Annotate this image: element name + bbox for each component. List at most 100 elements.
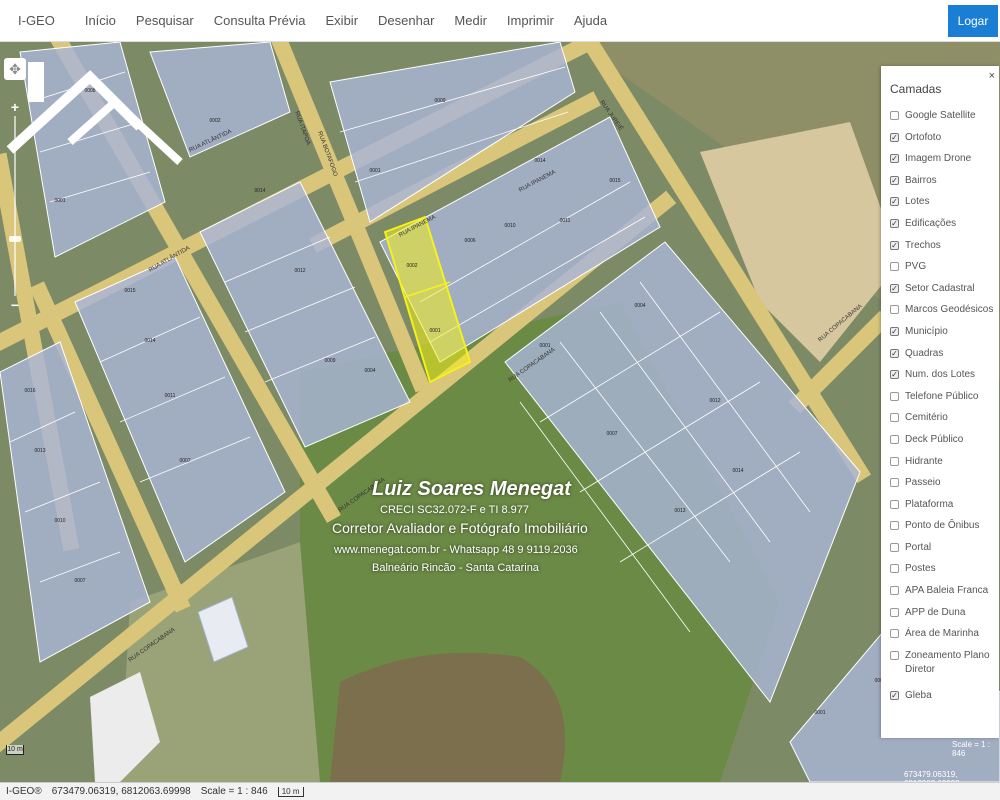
layer-row[interactable]: Área de Marinha bbox=[890, 627, 998, 649]
layer-checkbox[interactable]: ✓ bbox=[890, 154, 899, 164]
lot-label: 0015 bbox=[124, 288, 135, 294]
nav-ajuda[interactable]: Ajuda bbox=[574, 13, 607, 28]
layer-label: Ponto de Ônibus bbox=[905, 520, 980, 532]
lot-label: 0001 bbox=[539, 343, 550, 349]
pan-control[interactable]: ✥ bbox=[4, 58, 26, 80]
layer-checkbox[interactable] bbox=[890, 564, 899, 574]
layer-checkbox[interactable] bbox=[890, 456, 899, 466]
layer-row[interactable]: ✓ Trechos bbox=[890, 239, 998, 261]
layer-checkbox[interactable] bbox=[890, 413, 899, 423]
top-navbar: I-GEO Início Pesquisar Consulta Prévia E… bbox=[0, 0, 1000, 42]
lot-label: 0012 bbox=[294, 268, 305, 274]
layer-row[interactable]: PVG bbox=[890, 260, 998, 282]
layer-checkbox[interactable]: ✓ bbox=[890, 218, 899, 228]
lot-label: 0013 bbox=[34, 448, 45, 454]
login-button[interactable]: Logar bbox=[948, 5, 998, 37]
lot-label: 0001 bbox=[429, 328, 440, 334]
lot-label: 0007 bbox=[179, 458, 190, 464]
status-scale: Scale = 1 : 846 bbox=[200, 786, 268, 797]
layer-row[interactable]: ✓ Ortofoto bbox=[890, 131, 998, 153]
nav-exibir[interactable]: Exibir bbox=[326, 13, 359, 28]
layer-row[interactable]: Deck Público bbox=[890, 433, 998, 455]
nav-medir[interactable]: Medir bbox=[454, 13, 487, 28]
lot-label: 0014 bbox=[144, 338, 155, 344]
layer-row[interactable]: Postes bbox=[890, 562, 998, 584]
layer-checkbox[interactable]: ✓ bbox=[890, 132, 899, 142]
layer-row[interactable]: Telefone Público bbox=[890, 390, 998, 412]
layer-checkbox[interactable] bbox=[890, 499, 899, 509]
layer-checkbox[interactable]: ✓ bbox=[890, 690, 899, 700]
layer-label: Cemitério bbox=[905, 412, 948, 424]
layers-panel-title: Camadas bbox=[890, 82, 942, 96]
layer-checkbox[interactable] bbox=[890, 586, 899, 596]
layer-row[interactable]: Google Satellite bbox=[890, 109, 998, 131]
layer-row[interactable]: Plataforma bbox=[890, 498, 998, 520]
layer-row[interactable]: Hidrante bbox=[890, 455, 998, 477]
zoom-out-button[interactable]: − bbox=[8, 298, 22, 312]
layer-row[interactable]: ✓ Imagem Drone bbox=[890, 152, 998, 174]
layer-label: Município bbox=[905, 325, 948, 337]
layer-label: Quadras bbox=[905, 347, 944, 359]
layer-checkbox[interactable]: ✓ bbox=[890, 175, 899, 185]
layer-checkbox[interactable]: ✓ bbox=[890, 326, 899, 336]
nav-pesquisar[interactable]: Pesquisar bbox=[136, 13, 194, 28]
layer-checkbox[interactable] bbox=[890, 542, 899, 552]
layer-checkbox[interactable]: ✓ bbox=[890, 348, 899, 358]
layers-panel: × Camadas Google Satellite ✓ Ortofoto ✓ Imag… bbox=[881, 66, 999, 738]
layer-row[interactable]: Marcos Geodésicos bbox=[890, 303, 998, 325]
layer-label: Num. dos Lotes bbox=[905, 369, 976, 381]
map-canvas[interactable]: RUA ATLÂNTIDA RUA ATLÂNTIDA RUA ITAPOÁ R… bbox=[0, 42, 1000, 782]
layer-row[interactable]: ✓ Lotes bbox=[890, 195, 998, 217]
layer-row[interactable]: ✓ Bairros bbox=[890, 174, 998, 196]
layer-row[interactable]: ✓ Num. dos Lotes bbox=[890, 368, 998, 390]
layer-checkbox[interactable]: ✓ bbox=[890, 283, 899, 293]
layer-row[interactable]: ✓ Gleba bbox=[890, 689, 998, 711]
lot-label: 0016 bbox=[24, 388, 35, 394]
layer-checkbox[interactable] bbox=[890, 111, 899, 120]
lot-label: 0001 bbox=[54, 198, 65, 204]
layer-checkbox[interactable] bbox=[890, 650, 899, 660]
layer-row[interactable]: Ponto de Ônibus bbox=[890, 519, 998, 541]
layer-row[interactable]: Zoneamento Plano Diretor bbox=[890, 649, 998, 689]
nav-imprimir[interactable]: Imprimir bbox=[507, 13, 554, 28]
layer-checkbox[interactable] bbox=[890, 305, 899, 315]
map-imagery: RUA ATLÂNTIDA RUA ATLÂNTIDA RUA ITAPOÁ R… bbox=[0, 42, 1000, 782]
zoom-in-button[interactable]: + bbox=[8, 100, 22, 114]
lot-label: 0009 bbox=[324, 358, 335, 364]
lot-label: 0014 bbox=[254, 188, 265, 194]
lot-label: 0001 bbox=[814, 710, 825, 716]
layer-row[interactable]: APP de Duna bbox=[890, 606, 998, 628]
layer-label: Trechos bbox=[905, 239, 941, 251]
layer-checkbox[interactable] bbox=[890, 629, 899, 639]
layer-row[interactable]: Cemitério bbox=[890, 411, 998, 433]
layer-label: Postes bbox=[905, 563, 936, 575]
layer-label: Imagem Drone bbox=[905, 153, 972, 165]
layer-row[interactable]: ✓ Município bbox=[890, 325, 998, 347]
layer-label: Ortofoto bbox=[905, 131, 942, 143]
status-coordinates: 673479.06319, 6812063.69998 bbox=[51, 786, 191, 797]
nav-inicio[interactable]: Início bbox=[85, 13, 116, 28]
zoom-slider-thumb[interactable] bbox=[9, 236, 21, 242]
layer-checkbox[interactable] bbox=[890, 521, 899, 531]
close-icon[interactable]: × bbox=[989, 70, 995, 82]
lot-label: 0015 bbox=[609, 178, 620, 184]
nav-desenhar[interactable]: Desenhar bbox=[378, 13, 434, 28]
zoom-slider-track[interactable] bbox=[14, 116, 16, 296]
layer-checkbox[interactable] bbox=[890, 434, 899, 444]
layer-checkbox[interactable] bbox=[890, 607, 899, 617]
app-brand[interactable]: I-GEO bbox=[0, 13, 85, 28]
layer-checkbox[interactable]: ✓ bbox=[890, 197, 899, 207]
layer-checkbox[interactable] bbox=[890, 262, 899, 272]
nav-consulta-previa[interactable]: Consulta Prévia bbox=[214, 13, 306, 28]
layer-checkbox[interactable]: ✓ bbox=[890, 240, 899, 250]
layer-label: Lotes bbox=[905, 196, 930, 208]
layer-row[interactable]: ✓ Edificações bbox=[890, 217, 998, 239]
layer-row[interactable]: APA Baleia Franca bbox=[890, 584, 998, 606]
layer-checkbox[interactable] bbox=[890, 478, 899, 488]
layer-row[interactable]: ✓ Setor Cadastral bbox=[890, 282, 998, 304]
layer-checkbox[interactable] bbox=[890, 391, 899, 401]
layer-row[interactable]: ✓ Quadras bbox=[890, 347, 998, 369]
layer-row[interactable]: Portal bbox=[890, 541, 998, 563]
layer-checkbox[interactable]: ✓ bbox=[890, 370, 899, 380]
layer-row[interactable]: Passeio bbox=[890, 476, 998, 498]
